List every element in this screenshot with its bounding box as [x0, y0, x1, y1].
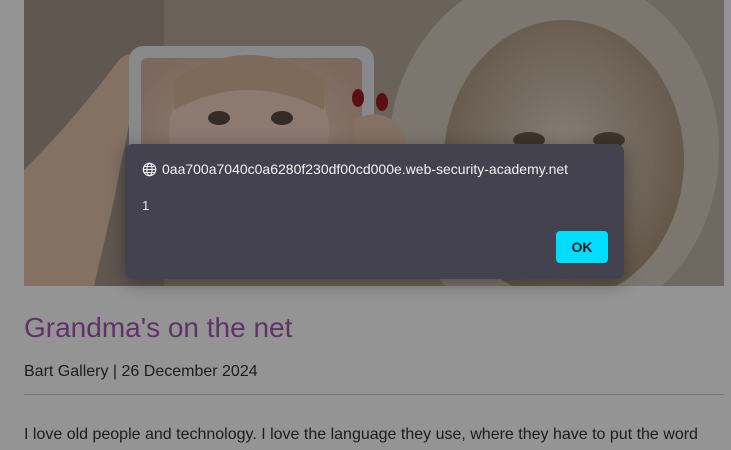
- alert-origin: 0aa700a7040c0a6280f230df00cd000e.web-sec…: [142, 161, 568, 177]
- alert-message: 1: [142, 198, 150, 213]
- alert-origin-text: 0aa700a7040c0a6280f230df00cd000e.web-sec…: [162, 161, 569, 177]
- alert-ok-button[interactable]: OK: [556, 231, 608, 263]
- alert-dialog: 0aa700a7040c0a6280f230df00cd000e.web-sec…: [125, 144, 624, 279]
- globe-icon: [142, 162, 157, 177]
- blog-post-page: Grandma's on the net Bart Gallery | 26 D…: [0, 0, 731, 450]
